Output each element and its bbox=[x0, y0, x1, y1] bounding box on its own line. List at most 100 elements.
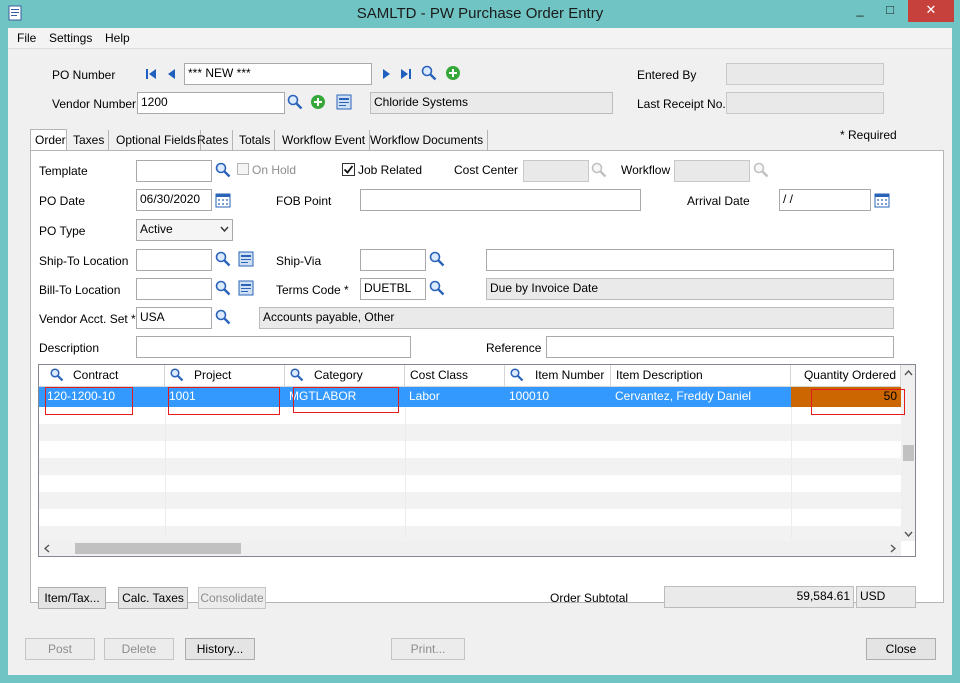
vertical-scroll-thumb[interactable] bbox=[903, 445, 914, 461]
first-record-icon[interactable] bbox=[143, 66, 159, 82]
previous-record-icon[interactable] bbox=[164, 66, 180, 82]
table-row[interactable]: 120-1200-10 1001 MGTLABOR Labor 100010 C… bbox=[39, 387, 791, 407]
arrival-date-field[interactable]: / / bbox=[779, 189, 871, 211]
ship-via-field[interactable] bbox=[360, 249, 426, 271]
vendor-number-field[interactable]: 1200 bbox=[137, 92, 285, 114]
cost-center-field bbox=[523, 160, 589, 182]
po-type-select[interactable]: Active bbox=[136, 219, 233, 241]
workflow-label: Workflow bbox=[621, 163, 671, 177]
scroll-up-icon[interactable] bbox=[904, 370, 913, 376]
template-finder-icon[interactable] bbox=[215, 162, 231, 178]
col-header-label: Cost Class bbox=[410, 368, 469, 382]
arrival-date-label: Arrival Date bbox=[687, 194, 750, 208]
col-header-category[interactable]: Category bbox=[285, 365, 405, 387]
job-related-checkbox[interactable] bbox=[342, 163, 355, 176]
col-header-item-description[interactable]: Item Description bbox=[611, 365, 791, 387]
horizontal-scroll-thumb[interactable] bbox=[75, 543, 241, 554]
po-number-label: PO Number bbox=[52, 68, 116, 82]
bill-to-info-icon[interactable] bbox=[238, 280, 254, 296]
cell-item-description[interactable]: Cervantez, Freddy Daniel bbox=[611, 387, 791, 407]
horizontal-scrollbar[interactable] bbox=[39, 541, 901, 556]
scroll-left-icon[interactable] bbox=[44, 544, 50, 553]
scroll-right-icon[interactable] bbox=[890, 544, 896, 553]
annotation-box bbox=[293, 387, 399, 413]
ship-to-info-icon[interactable] bbox=[238, 251, 254, 267]
entered-by-label: Entered By bbox=[637, 68, 697, 82]
ship-via-label: Ship-Via bbox=[276, 254, 322, 268]
col-header-cost-class[interactable]: Cost Class bbox=[405, 365, 505, 387]
col-header-item-number[interactable]: Item Number bbox=[505, 365, 611, 387]
post-button[interactable]: Post bbox=[25, 638, 95, 660]
tab-order[interactable]: Order bbox=[30, 129, 67, 151]
checkmark-icon bbox=[343, 165, 354, 174]
tab-taxes[interactable]: Taxes bbox=[69, 130, 110, 150]
col-header-label: Project bbox=[194, 368, 232, 382]
empty-row bbox=[39, 424, 901, 441]
app-window: SAMLTD - PW Purchase Order Entry _ □ ✕ F… bbox=[0, 0, 960, 683]
col-header-project[interactable]: Project bbox=[165, 365, 285, 387]
po-date-calendar-icon[interactable] bbox=[215, 192, 231, 208]
last-record-icon[interactable] bbox=[398, 66, 414, 82]
po-date-field[interactable]: 06/30/2020 bbox=[136, 189, 212, 211]
entered-by-field bbox=[726, 63, 884, 85]
history-button[interactable]: History... bbox=[185, 638, 255, 660]
vendor-info-icon[interactable] bbox=[336, 94, 352, 110]
consolidate-button[interactable]: Consolidate bbox=[198, 587, 266, 609]
menu-file[interactable]: File bbox=[17, 31, 36, 45]
ship-to-field[interactable] bbox=[136, 249, 212, 271]
vendor-finder-icon[interactable] bbox=[287, 94, 303, 110]
new-po-icon[interactable] bbox=[445, 65, 461, 81]
order-subtotal-field: 59,584.61 bbox=[664, 586, 854, 608]
vendor-acct-finder-icon[interactable] bbox=[215, 309, 231, 325]
annotation-box bbox=[811, 389, 905, 415]
detail-grid[interactable]: Contract Project Category Cost Class Ite… bbox=[38, 364, 916, 557]
delete-button[interactable]: Delete bbox=[104, 638, 174, 660]
tab-workflow-event[interactable]: Workflow Event bbox=[278, 130, 371, 150]
terms-description-field: Due by Invoice Date bbox=[486, 278, 894, 300]
close-button[interactable]: Close bbox=[866, 638, 936, 660]
terms-finder-icon[interactable] bbox=[429, 280, 445, 296]
print-button[interactable]: Print... bbox=[391, 638, 465, 660]
tab-workflow-documents[interactable]: Workflow Documents bbox=[366, 130, 489, 150]
empty-row bbox=[39, 492, 901, 509]
ship-via-finder-icon[interactable] bbox=[429, 251, 445, 267]
description-field[interactable] bbox=[136, 336, 411, 358]
menu-settings[interactable]: Settings bbox=[49, 31, 92, 45]
col-header-contract[interactable]: Contract bbox=[39, 365, 165, 387]
item-tax-button[interactable]: Item/Tax... bbox=[38, 587, 106, 609]
terms-code-field[interactable]: DUETBL bbox=[360, 278, 426, 300]
col-header-label: Item Number bbox=[535, 368, 605, 382]
col-header-quantity-ordered[interactable]: Quantity Ordered bbox=[791, 365, 901, 387]
fob-point-field[interactable] bbox=[360, 189, 641, 211]
vendor-acct-set-field[interactable]: USA bbox=[136, 307, 212, 329]
po-number-field[interactable]: *** NEW *** bbox=[184, 63, 372, 85]
template-label: Template bbox=[39, 164, 88, 178]
window-close-button[interactable]: ✕ bbox=[908, 0, 954, 22]
search-icon bbox=[170, 368, 184, 382]
tab-totals[interactable]: Totals bbox=[235, 130, 276, 150]
reference-field[interactable] bbox=[546, 336, 894, 358]
bill-to-field[interactable] bbox=[136, 278, 212, 300]
arrival-date-calendar-icon[interactable] bbox=[874, 192, 890, 208]
cell-cost-class[interactable]: Labor bbox=[405, 387, 505, 407]
menu-help[interactable]: Help bbox=[105, 31, 130, 45]
new-vendor-icon[interactable] bbox=[310, 94, 326, 110]
minimize-button[interactable]: _ bbox=[846, 0, 874, 22]
scroll-down-icon[interactable] bbox=[904, 531, 913, 537]
on-hold-checkbox[interactable] bbox=[237, 163, 249, 175]
cell-item-number[interactable]: 100010 bbox=[505, 387, 611, 407]
maximize-button[interactable]: □ bbox=[876, 0, 904, 22]
po-type-label: PO Type bbox=[39, 224, 86, 238]
tab-rates[interactable]: Rates bbox=[193, 130, 234, 150]
calc-taxes-button[interactable]: Calc. Taxes bbox=[118, 587, 188, 609]
ship-via-description-field[interactable] bbox=[486, 249, 894, 271]
next-record-icon[interactable] bbox=[378, 66, 394, 82]
col-header-label: Category bbox=[314, 368, 363, 382]
bill-to-label: Bill-To Location bbox=[39, 283, 121, 297]
vendor-name-field: Chloride Systems bbox=[370, 92, 613, 114]
ship-to-finder-icon[interactable] bbox=[215, 251, 231, 267]
po-finder-icon[interactable] bbox=[421, 65, 437, 81]
template-field[interactable] bbox=[136, 160, 212, 182]
tab-optional-fields[interactable]: Optional Fields bbox=[112, 130, 202, 150]
bill-to-finder-icon[interactable] bbox=[215, 280, 231, 296]
